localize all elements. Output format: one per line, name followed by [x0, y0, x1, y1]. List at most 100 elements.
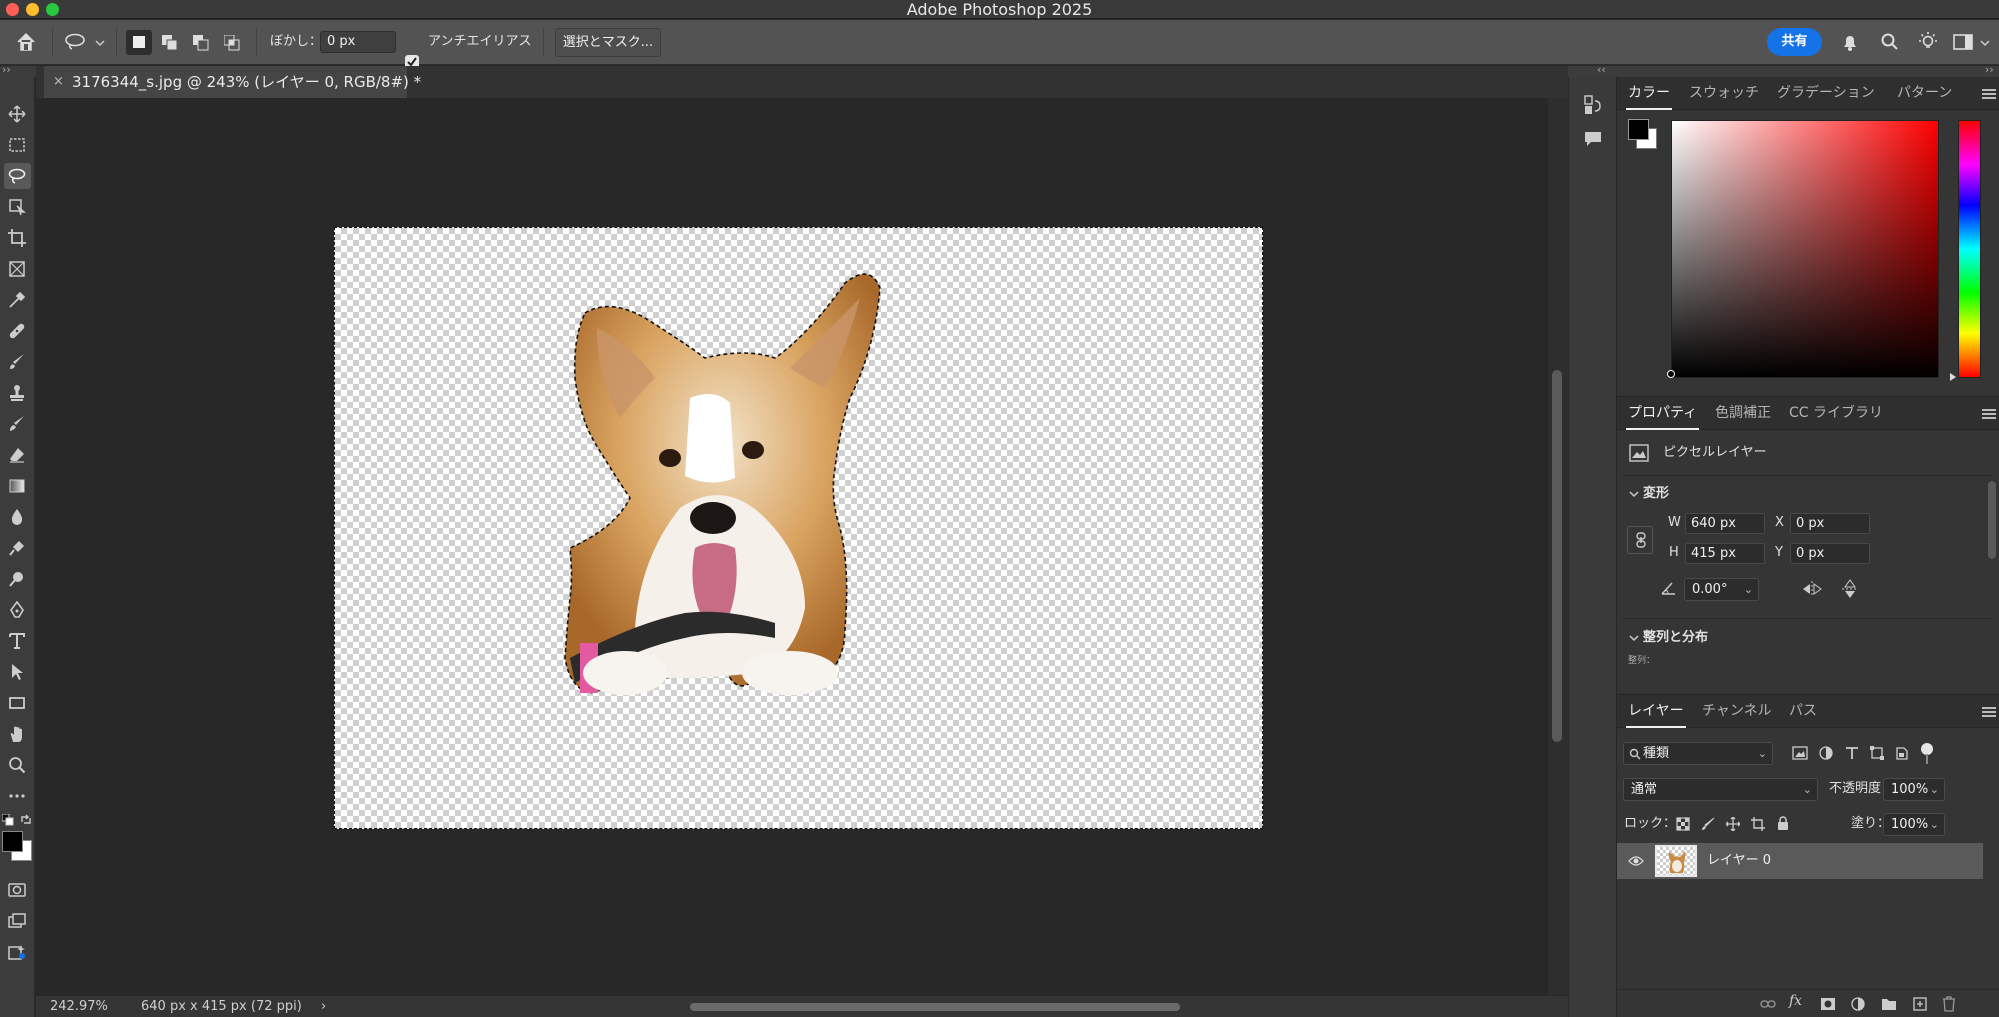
filter-pixel-icon[interactable] — [1792, 746, 1808, 760]
height-input[interactable]: 415 px — [1685, 543, 1765, 564]
rectangle-tool[interactable] — [4, 690, 31, 716]
hand-tool[interactable] — [4, 721, 31, 747]
new-adjustment-icon[interactable] — [1851, 997, 1865, 1011]
tab-swatches[interactable]: スウォッチ — [1689, 77, 1759, 110]
opacity-input[interactable]: 100% ⌄ — [1883, 778, 1945, 801]
foreground-color-swatch[interactable] — [2, 831, 23, 852]
tab-patterns[interactable]: パターン — [1897, 77, 1952, 110]
blend-mode-select[interactable]: 通常 ⌄ — [1623, 778, 1818, 801]
type-tool[interactable] — [4, 628, 31, 654]
layer-row[interactable]: レイヤー 0 — [1617, 843, 1983, 879]
path-select-tool[interactable] — [4, 659, 31, 685]
workspace-icon[interactable] — [1953, 33, 1973, 51]
fill-input[interactable]: 100% ⌄ — [1883, 813, 1945, 836]
vertical-scroll-thumb[interactable] — [1552, 370, 1562, 742]
color-panel-menu-icon[interactable] — [1982, 89, 1996, 99]
generative-edit-button[interactable] — [4, 939, 31, 965]
lasso-tool[interactable] — [4, 163, 31, 189]
color-field[interactable] — [1671, 120, 1939, 378]
width-input[interactable]: 640 px — [1685, 513, 1765, 534]
tab-cc-libraries[interactable]: CC ライブラリ — [1789, 397, 1883, 430]
hue-slider-handle[interactable] — [1950, 373, 1956, 381]
lock-artboard-icon[interactable] — [1751, 817, 1765, 831]
color-panel-foreground-swatch[interactable] — [1628, 119, 1649, 140]
lasso-tool-preset-icon[interactable] — [64, 33, 86, 51]
color-picker-cursor[interactable] — [1667, 370, 1675, 378]
pen-tool[interactable] — [4, 597, 31, 623]
share-button[interactable]: 共有 — [1767, 28, 1822, 56]
hue-slider[interactable] — [1958, 120, 1981, 378]
object-select-tool[interactable] — [4, 194, 31, 220]
brush-tool[interactable] — [4, 349, 31, 375]
tab-properties[interactable]: プロパティ — [1625, 397, 1700, 430]
feather-input[interactable]: 0 px — [320, 31, 396, 53]
properties-scroll-thumb[interactable] — [1988, 481, 1996, 559]
dodge-tool[interactable] — [4, 566, 31, 592]
search-icon[interactable] — [1880, 32, 1900, 52]
add-to-selection-button[interactable] — [157, 30, 183, 55]
eraser-tool[interactable] — [4, 442, 31, 468]
tab-layers[interactable]: レイヤー — [1626, 695, 1686, 728]
properties-panel-menu-icon[interactable] — [1982, 409, 1996, 419]
eye-icon[interactable] — [1628, 855, 1644, 867]
link-dimensions-button[interactable] — [1627, 526, 1653, 554]
zoom-tool[interactable] — [4, 752, 31, 778]
default-colors-icon[interactable] — [2, 814, 14, 826]
horizontal-scroll-thumb[interactable] — [690, 1003, 1180, 1011]
transform-section-title[interactable]: 変形 — [1643, 485, 1669, 503]
lock-pixels-icon[interactable] — [1701, 817, 1715, 831]
document-canvas[interactable] — [334, 227, 1263, 829]
trash-icon[interactable] — [1942, 996, 1956, 1012]
panel-collapse-icon[interactable]: ›› — [1985, 63, 1994, 76]
document-tab[interactable]: × 3176344_s.jpg @ 243% (レイヤー 0, RGB/8#) … — [44, 66, 421, 98]
align-section-title[interactable]: 整列と分布 — [1643, 629, 1708, 647]
align-chevron-icon[interactable] — [1629, 635, 1639, 642]
screen-mode-button[interactable] — [4, 908, 31, 934]
chevron-down-icon[interactable] — [95, 40, 105, 47]
quick-mask-button[interactable] — [4, 877, 31, 903]
fx-icon[interactable]: fx — [1789, 993, 1802, 1009]
new-layer-icon[interactable] — [1913, 997, 1927, 1011]
tab-channels[interactable]: チャンネル — [1702, 695, 1772, 728]
blur-tool[interactable] — [4, 504, 31, 530]
swap-colors-icon[interactable] — [20, 814, 32, 826]
lock-transparent-icon[interactable] — [1676, 817, 1690, 831]
x-input[interactable]: 0 px — [1790, 513, 1870, 534]
new-group-icon[interactable] — [1881, 997, 1897, 1011]
marquee-tool[interactable] — [4, 132, 31, 158]
workspace-chevron-icon[interactable] — [1980, 40, 1990, 47]
intersect-selection-button[interactable] — [219, 30, 245, 55]
filter-type-icon[interactable] — [1845, 746, 1859, 760]
tab-paths[interactable]: パス — [1789, 695, 1817, 728]
smudge-tool[interactable] — [4, 535, 31, 561]
bell-icon[interactable] — [1840, 32, 1860, 52]
toolbar-collapse-icon[interactable]: ›› — [2, 63, 11, 76]
eyedropper-tool[interactable] — [4, 287, 31, 313]
healing-brush-tool[interactable] — [4, 318, 31, 344]
filter-shape-icon[interactable] — [1870, 746, 1884, 760]
flip-vertical-icon[interactable] — [1841, 578, 1859, 600]
filter-adjustment-icon[interactable] — [1819, 746, 1833, 760]
angle-select[interactable]: 0.00° ⌄ — [1684, 578, 1759, 601]
frame-tool[interactable] — [4, 256, 31, 282]
filter-smart-object-icon[interactable] — [1895, 745, 1909, 761]
close-tab-icon[interactable]: × — [53, 66, 64, 98]
gradient-tool[interactable] — [4, 473, 31, 499]
lightbulb-icon[interactable] — [1917, 31, 1939, 53]
lock-position-icon[interactable] — [1726, 817, 1740, 831]
status-menu-arrow-icon[interactable]: › — [321, 996, 326, 1017]
crop-tool[interactable] — [4, 225, 31, 251]
y-input[interactable]: 0 px — [1790, 543, 1870, 564]
tab-adjustments[interactable]: 色調補正 — [1715, 397, 1771, 430]
layers-panel-menu-icon[interactable] — [1982, 707, 1996, 717]
transform-chevron-icon[interactable] — [1629, 491, 1639, 498]
tab-color[interactable]: カラー — [1626, 77, 1672, 110]
new-selection-button[interactable] — [126, 30, 152, 55]
link-layers-icon[interactable] — [1760, 998, 1776, 1010]
subtract-from-selection-button[interactable] — [188, 30, 214, 55]
add-mask-icon[interactable] — [1820, 997, 1836, 1011]
tab-gradients[interactable]: グラデーション — [1777, 77, 1875, 110]
layer-name[interactable]: レイヤー 0 — [1707, 852, 1771, 870]
more-tools[interactable] — [4, 783, 31, 809]
select-and-mask-button[interactable]: 選択とマスク... — [555, 28, 661, 57]
